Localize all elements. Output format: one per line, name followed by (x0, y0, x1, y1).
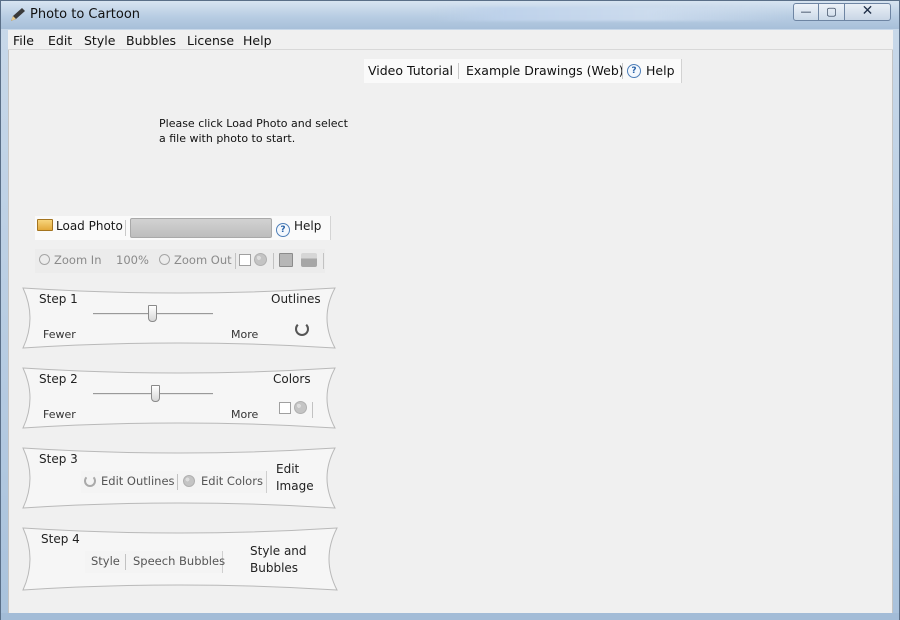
palette-icon[interactable] (254, 253, 267, 266)
menu-help[interactable]: Help (243, 33, 272, 48)
window-title: Photo to Cartoon (30, 7, 141, 22)
help-label: Help (294, 219, 322, 233)
separator (458, 63, 459, 79)
step4-label-line1: Style and (250, 544, 307, 558)
minimize-button[interactable]: — (793, 3, 819, 21)
app-window: Photo to Cartoon — ▢ ✕ File Edit Style B… (0, 0, 900, 620)
more-label: More (231, 328, 259, 341)
video-tutorial-link[interactable]: Video Tutorial (368, 63, 453, 78)
speech-bubbles-button[interactable]: Speech Bubbles (133, 554, 225, 568)
edit-colors-button[interactable]: Edit Colors (201, 474, 263, 488)
step3-title: Step 3 (39, 452, 78, 466)
title-bar-blur (431, 7, 791, 21)
outlines-slider-thumb[interactable] (148, 305, 157, 322)
step1-panel: Step 1 Outlines Fewer More (19, 284, 339, 352)
colors-slider-thumb[interactable] (151, 385, 160, 402)
example-drawings-link[interactable]: Example Drawings (Web) (466, 63, 624, 78)
separator (125, 554, 126, 570)
style-button[interactable]: Style (91, 554, 120, 568)
menu-file[interactable]: File (13, 33, 34, 48)
menu-edit[interactable]: Edit (48, 33, 72, 48)
zoom-in-button[interactable]: Zoom In (39, 253, 102, 267)
zoom-out-label: Zoom Out (174, 253, 232, 267)
step4-title: Step 4 (41, 532, 80, 546)
step1-title: Step 1 (39, 292, 78, 306)
checkbox-icon[interactable] (239, 254, 251, 266)
printer-icon[interactable] (301, 253, 317, 267)
step2-panel: Step 2 Colors Fewer More (19, 364, 339, 432)
palette-icon[interactable] (294, 401, 307, 414)
separator (273, 253, 274, 269)
magnifier-plus-icon (39, 254, 50, 265)
zoom-toolbar: Zoom In 100% Zoom Out (35, 249, 325, 273)
step3-label-line1: Edit (276, 462, 300, 476)
pencil-icon (11, 8, 25, 21)
help-button[interactable]: ? Help (276, 219, 321, 237)
help-link[interactable]: Help (646, 63, 675, 78)
edit-outlines-button[interactable]: Edit Outlines (101, 474, 175, 488)
step3-label-line2: Image (276, 479, 314, 493)
separator (235, 253, 236, 269)
folder-open-icon (37, 219, 53, 231)
step3-panel: Step 3 Edit Outlines Edit Colors Edit Im… (19, 444, 339, 512)
maximize-button[interactable]: ▢ (819, 3, 845, 21)
menu-bar: File Edit Style Bubbles License Help (8, 30, 893, 50)
separator (323, 253, 324, 269)
help-icon: ? (276, 223, 290, 237)
step3-buttons: Edit Outlines Edit Colors (81, 471, 267, 493)
title-bar[interactable]: Photo to Cartoon — ▢ ✕ (1, 1, 899, 29)
palette-icon (183, 475, 195, 487)
help-icon: ? (627, 64, 641, 78)
window-bottom-border (1, 613, 899, 620)
step1-label: Outlines (271, 292, 321, 306)
step2-title: Step 2 (39, 372, 78, 386)
separator (125, 220, 126, 236)
separator (622, 63, 623, 79)
zoom-level: 100% (116, 253, 149, 267)
close-button[interactable]: ✕ (845, 3, 891, 21)
step4-label-line2: Bubbles (250, 561, 299, 575)
menu-license[interactable]: License (187, 33, 234, 48)
step2-label: Colors (273, 372, 311, 386)
step4-buttons: Style Speech Bubbles (85, 551, 225, 573)
photo-path-field[interactable] (130, 218, 272, 238)
separator (177, 474, 178, 490)
instruction-text: Please click Load Photo and select a fil… (159, 117, 348, 145)
zoom-out-button[interactable]: Zoom Out (159, 253, 232, 267)
load-photo-bar: Load Photo ? Help (35, 216, 331, 240)
refresh-icon[interactable] (295, 322, 309, 336)
magnifier-minus-icon (159, 254, 170, 265)
step4-panel: Step 4 Style Speech Bubbles Style and Bu… (19, 524, 341, 594)
fewer-label: Fewer (43, 328, 76, 341)
top-links-bar: Video Tutorial Example Drawings (Web) ? … (364, 59, 682, 83)
more-label: More (231, 408, 259, 421)
menu-style[interactable]: Style (84, 33, 115, 48)
floppy-disk-icon[interactable] (279, 253, 293, 267)
main-panel: Video Tutorial Example Drawings (Web) ? … (8, 50, 893, 614)
refresh-icon (84, 475, 96, 487)
separator (312, 402, 313, 418)
zoom-in-label: Zoom In (54, 253, 102, 267)
load-photo-label: Load Photo (56, 219, 123, 233)
checkbox-icon[interactable] (279, 402, 291, 414)
load-photo-button[interactable]: Load Photo (37, 219, 123, 233)
fewer-label: Fewer (43, 408, 76, 421)
menu-bubbles[interactable]: Bubbles (126, 33, 176, 48)
